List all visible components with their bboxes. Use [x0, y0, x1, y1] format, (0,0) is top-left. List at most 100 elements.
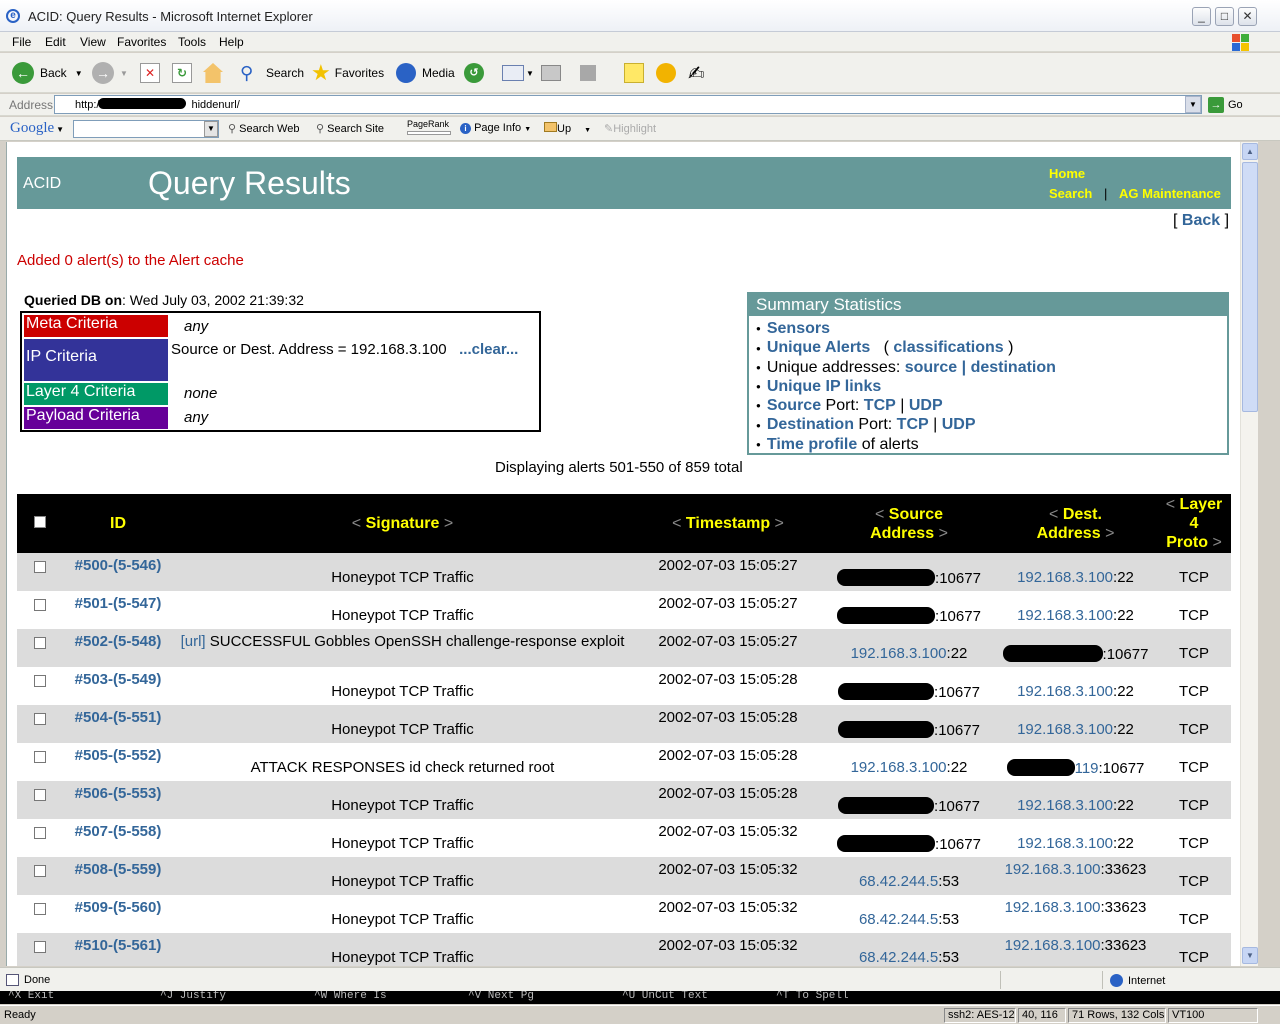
minimize-button[interactable]: _	[1192, 7, 1211, 26]
google-search-input[interactable]	[73, 120, 219, 138]
alert-id-link[interactable]: #501-(5-547)	[63, 591, 173, 629]
dest-address-link[interactable]: 192.168.3.100	[1017, 569, 1113, 586]
alert-id-link[interactable]: #502-(5-548)	[63, 629, 173, 667]
menu-edit[interactable]: Edit	[45, 35, 66, 49]
close-button[interactable]: ✕	[1238, 7, 1257, 26]
unique-ip-links-link[interactable]: Unique IP links	[767, 378, 881, 395]
select-all-checkbox[interactable]	[34, 516, 46, 528]
menu-favorites[interactable]: Favorites	[117, 35, 166, 49]
back-button[interactable]: ← Back ▼	[12, 61, 83, 85]
row-checkbox[interactable]	[34, 713, 46, 725]
back-dropdown-icon[interactable]: ▼	[75, 69, 83, 78]
signature-sort-desc[interactable]: >	[444, 515, 453, 532]
print-button[interactable]	[541, 61, 561, 85]
stop-button[interactable]: ✕	[140, 61, 160, 85]
signature-header[interactable]: < Signature >	[173, 494, 632, 553]
nav-home-link[interactable]: Home	[1049, 166, 1085, 181]
alert-id-link[interactable]: #505-(5-552)	[63, 743, 173, 781]
highlight-button[interactable]: ✎Highlight	[604, 122, 656, 135]
destination-port-link[interactable]: Destination	[767, 416, 854, 433]
layer4-proto-header[interactable]: < Layer 4 Proto >	[1157, 494, 1231, 553]
forward-button[interactable]: → ▼	[92, 61, 128, 85]
source-port-tcp-link[interactable]: TCP	[864, 397, 896, 414]
timestamp-sort-desc[interactable]: >	[775, 515, 784, 532]
dest-address-link[interactable]: 192.168.3.100	[1005, 861, 1101, 878]
back-link[interactable]: Back	[1182, 212, 1220, 229]
menu-view[interactable]: View	[80, 35, 106, 49]
favorites-button[interactable]: ★ Favorites	[311, 60, 384, 85]
source-addresses-link[interactable]: source	[905, 359, 957, 376]
vertical-scrollbar[interactable]: ▲ ▼	[1240, 142, 1258, 966]
row-checkbox[interactable]	[34, 789, 46, 801]
clear-ip-criteria-link[interactable]: ...clear...	[459, 341, 518, 358]
signature-sort-asc[interactable]: <	[352, 515, 361, 532]
dest-address-link[interactable]: 192.168.3.100	[1017, 683, 1113, 700]
row-checkbox[interactable]	[34, 827, 46, 839]
nav-ag-maintenance-link[interactable]: AG Maintenance	[1119, 186, 1221, 201]
time-profile-link[interactable]: Time profile	[767, 436, 857, 453]
scroll-down-icon[interactable]: ▼	[1242, 947, 1258, 964]
source-sort-asc[interactable]: <	[875, 506, 884, 523]
menu-tools[interactable]: Tools	[178, 35, 206, 49]
alert-id-link[interactable]: #507-(5-558)	[63, 819, 173, 857]
row-checkbox[interactable]	[34, 675, 46, 687]
layer4-sort-desc[interactable]: >	[1212, 534, 1221, 551]
aim-button[interactable]: ✍	[688, 61, 705, 85]
mail-button[interactable]: ▼	[502, 61, 534, 85]
dest-address-link[interactable]: 192.168.3.100	[1017, 607, 1113, 624]
source-address-link[interactable]: 68.42.244.5	[859, 949, 938, 966]
dest-address-link[interactable]: 192.168.3.100	[1017, 721, 1113, 738]
dest-address-header[interactable]: < Dest. Address >	[994, 494, 1157, 553]
row-checkbox[interactable]	[34, 751, 46, 763]
refresh-button[interactable]: ↻	[172, 61, 192, 85]
address-dropdown-icon[interactable]: ▼	[1185, 96, 1201, 113]
search-site-button[interactable]: ⚲ Search Site	[316, 122, 384, 135]
source-sort-desc[interactable]: >	[939, 525, 948, 542]
scroll-thumb[interactable]	[1242, 162, 1258, 412]
menu-file[interactable]: File	[12, 35, 31, 49]
alert-id-link[interactable]: #506-(5-553)	[63, 781, 173, 819]
source-address-link[interactable]: 192.168.3.100	[851, 645, 947, 662]
alert-id-link[interactable]: #503-(5-549)	[63, 667, 173, 705]
dest-sort-desc[interactable]: >	[1105, 525, 1114, 542]
sensors-link[interactable]: Sensors	[767, 320, 830, 337]
source-address-header[interactable]: < Source Address >	[824, 494, 994, 553]
dest-address-link[interactable]: 192.168.3.100	[1017, 797, 1113, 814]
source-address-link[interactable]: 68.42.244.5	[859, 873, 938, 890]
google-search-dropdown-icon[interactable]: ▼	[204, 121, 218, 137]
dest-address-link[interactable]: 119	[1075, 760, 1099, 777]
destination-addresses-link[interactable]: destination	[971, 359, 1056, 376]
source-address-link[interactable]: 192.168.3.100	[851, 759, 947, 776]
timestamp-header[interactable]: < Timestamp >	[632, 494, 824, 553]
alert-id-link[interactable]: #504-(5-551)	[63, 705, 173, 743]
alert-id-link[interactable]: #509-(5-560)	[63, 895, 173, 933]
history-button[interactable]: ↺	[464, 61, 490, 85]
row-checkbox[interactable]	[34, 561, 46, 573]
dest-sort-asc[interactable]: <	[1049, 506, 1058, 523]
timestamp-sort-asc[interactable]: <	[672, 515, 681, 532]
alert-id-link[interactable]: #510-(5-561)	[63, 933, 173, 966]
google-logo-dropdown-icon[interactable]: ▼	[56, 125, 64, 134]
search-web-button[interactable]: ⚲ Search Web	[228, 122, 299, 135]
signature-ref-link[interactable]: [url]	[181, 633, 206, 650]
media-button[interactable]: Media	[396, 61, 455, 85]
unique-alerts-link[interactable]: Unique Alerts	[767, 339, 870, 356]
address-input[interactable]: http:/ hiddenurl/	[54, 95, 1202, 114]
search-button[interactable]: ⚲ Search	[240, 61, 304, 85]
layer4-sort-asc[interactable]: <	[1166, 496, 1175, 513]
classifications-link[interactable]: classifications	[893, 339, 1003, 356]
edit-button[interactable]	[580, 61, 596, 85]
mail-dropdown-icon[interactable]: ▼	[526, 69, 534, 78]
alert-id-link[interactable]: #500-(5-546)	[63, 553, 173, 591]
source-port-link[interactable]: Source	[767, 397, 821, 414]
google-logo[interactable]: Google ▼	[10, 120, 64, 137]
go-button[interactable]: → Go	[1208, 97, 1243, 113]
row-checkbox[interactable]	[34, 637, 46, 649]
page-info-button[interactable]: i Page Info ▼	[460, 122, 531, 134]
dest-address-link[interactable]: 192.168.3.100	[1005, 899, 1101, 916]
row-checkbox[interactable]	[34, 941, 46, 953]
dest-address-link[interactable]: 192.168.3.100	[1017, 835, 1113, 852]
row-checkbox[interactable]	[34, 865, 46, 877]
source-port-udp-link[interactable]: UDP	[909, 397, 943, 414]
notes-button[interactable]	[624, 61, 644, 85]
